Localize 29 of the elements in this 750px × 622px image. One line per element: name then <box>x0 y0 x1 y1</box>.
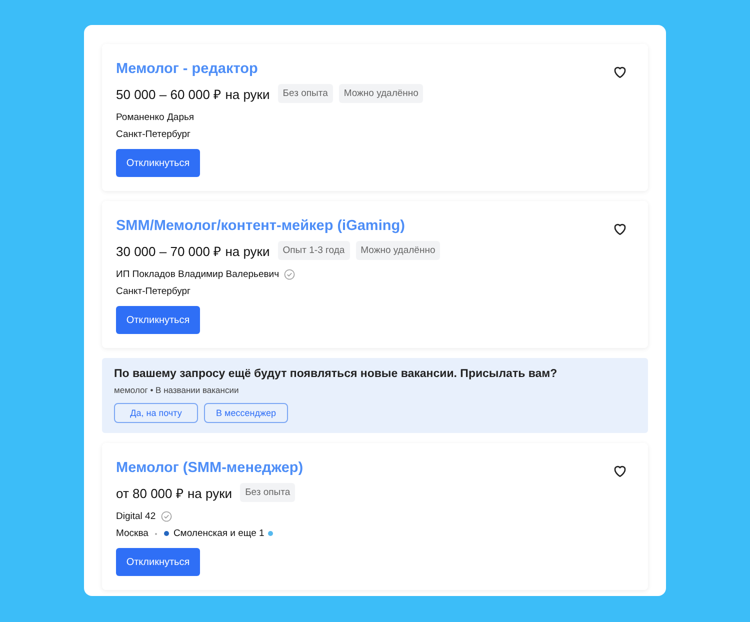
tag: Опыт 1-3 года <box>278 241 350 260</box>
employer-name[interactable]: Digital 42 <box>116 511 156 522</box>
tag: Без опыта <box>278 84 333 103</box>
apply-button[interactable]: Откликнуться <box>116 149 200 177</box>
vacancy-title[interactable]: Мемолог - редактор <box>116 61 258 77</box>
heart-icon[interactable] <box>612 221 628 237</box>
tag: Без опыта <box>240 483 296 502</box>
vacancy-title[interactable]: SMM/Мемолог/контент-мейкер (iGaming) <box>116 218 405 234</box>
banner-subtitle: мемолог • В названии вакансии <box>114 385 240 395</box>
heart-icon[interactable] <box>612 64 628 80</box>
city: Санкт-Петербург <box>116 286 191 297</box>
apply-button[interactable]: Откликнуться <box>116 548 200 576</box>
city: Москва <box>116 528 148 539</box>
salary: 50 000 – 60 000 ₽ на руки <box>116 86 270 102</box>
salary: от 80 000 ₽ на руки <box>116 484 232 502</box>
subscribe-button[interactable]: Да, на почту <box>114 403 198 423</box>
employer-name[interactable]: Романенко Дарья <box>116 112 194 123</box>
subscribe-button[interactable]: В мессенджер <box>204 403 288 423</box>
tag: Можно удалённо <box>356 241 440 260</box>
city: Санкт-Петербург <box>116 129 191 140</box>
vacancy-title[interactable]: Мемолог (SMM-менеджер) <box>116 460 304 476</box>
apply-button[interactable]: Откликнуться <box>116 306 200 334</box>
banner-title: По вашему запросу ещё будут появляться новые вакансии. Присылать вам? <box>114 368 558 380</box>
tag: Можно удалённо <box>338 84 424 103</box>
employer-name[interactable]: ИП Покладов Владимир Валерьевич <box>116 269 280 280</box>
heart-icon[interactable] <box>612 463 628 479</box>
metro-station: Смоленская и еще 1 <box>173 528 264 539</box>
separator-dot <box>155 532 158 534</box>
salary: 30 000 – 70 000 ₽ на руки <box>116 242 270 260</box>
